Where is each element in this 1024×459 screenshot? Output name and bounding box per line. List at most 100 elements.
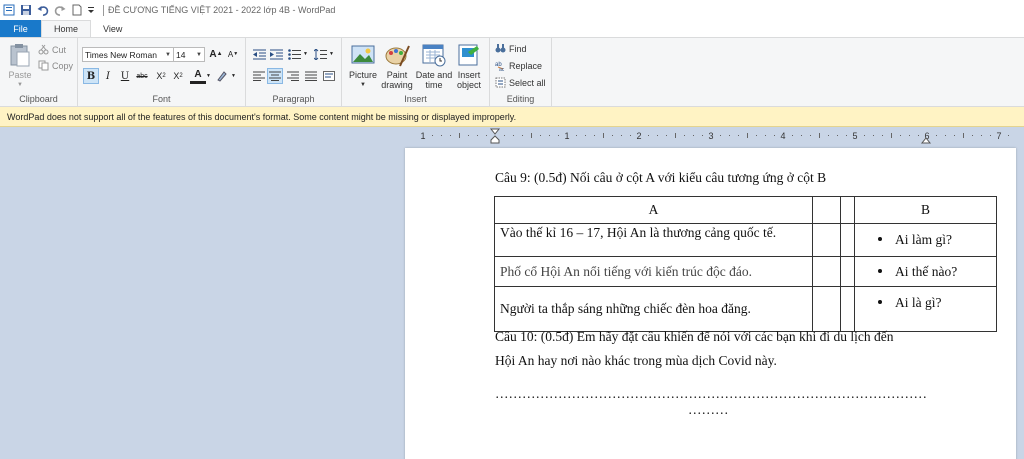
replace-icon: ab ac [495,60,506,71]
bullet-icon [878,300,882,305]
editing-group: Find ab ac Replace Select all Editing [490,38,552,106]
ruler-tick [792,135,793,136]
ruler-tick [612,135,613,136]
ruler-tick [486,135,487,136]
wordpad-app-icon[interactable] [2,4,15,17]
replace-button[interactable]: ab ac Replace [495,60,542,72]
editing-group-label: Editing [506,94,535,104]
ruler-tick [720,135,721,136]
table-row: Vào thế kỉ 16 – 17, Hội An là thương cản… [494,223,997,257]
date-time-button[interactable]: Date and time [415,42,453,90]
cut-button[interactable]: Cut [38,44,66,55]
svg-text:ac: ac [499,67,505,71]
paint-drawing-button[interactable]: Paint drawing [380,42,414,90]
ruler-tick [774,135,775,136]
shrink-font-icon[interactable]: A ▼ [225,46,241,62]
justify-icon[interactable] [303,68,319,84]
underline-button[interactable]: U [117,68,133,84]
subscript-button[interactable]: X2 [153,68,169,84]
superscript-button[interactable]: X2 [170,68,186,84]
ruler-tick [990,135,991,136]
left-indent-marker[interactable] [490,135,500,144]
text-color-icon[interactable]: A [190,68,206,84]
clipboard-group: Paste ▼ Cut Copy Clipboard [0,38,78,106]
bold-button[interactable]: B [83,68,99,84]
chevron-down-icon[interactable]: ▼ [206,73,211,79]
font-group: Times New Roman ▼ 14 ▼ A ▲ A ▼ B I U abc X… [78,38,246,106]
ruler-tick [504,135,505,136]
paste-dropdown-icon[interactable]: ▼ [17,80,23,90]
column-b-header: B [854,196,997,224]
save-icon[interactable] [19,4,32,17]
font-family-select[interactable]: Times New Roman ▼ [82,47,174,62]
strikethrough-button[interactable]: abc [134,68,150,84]
ruler-tick [909,135,910,136]
font-size-select[interactable]: 14 ▼ [173,47,205,62]
paragraph-settings-icon[interactable] [321,68,337,84]
bullet-list-icon[interactable] [286,46,302,62]
ruler-tick [756,135,757,136]
title-bar: ĐỀ CƯƠNG TIẾNG VIỆT 2021 - 2022 lớp 4B -… [0,0,1024,20]
document-page[interactable]: Câu 9: (0.5đ) Nối câu ở cột A với kiểu c… [405,148,1016,459]
increase-indent-icon[interactable] [268,46,284,62]
ruler-tick [477,135,478,136]
line-spacing-icon[interactable] [312,46,328,62]
ruler-tick [630,135,631,136]
horizontal-ruler[interactable]: 1 1 2 3 4 5 6 7 [405,128,1021,144]
column-a-cell: Vào thế kỉ 16 – 17, Hội An là thương cản… [494,223,813,257]
align-center-icon[interactable] [267,68,283,84]
align-right-icon[interactable] [285,68,301,84]
copy-button[interactable]: Copy [38,60,73,71]
object-label-1: Insert [457,70,481,80]
chevron-down-icon[interactable]: ▼ [303,51,308,57]
ruler-number: 3 [708,131,713,141]
italic-button[interactable]: I [100,68,116,84]
chevron-down-icon[interactable]: ▼ [231,73,236,79]
ruler-tick [549,135,550,136]
select-all-icon [495,77,506,88]
find-button[interactable]: Find [495,43,527,54]
new-document-icon[interactable] [70,4,83,17]
column-b-cell: Ai làm gì? [854,223,997,257]
ruler-tick [576,135,577,136]
tab-view[interactable]: View [91,20,134,37]
customize-toolbar-icon[interactable] [87,4,95,17]
highlight-pen-icon[interactable] [214,68,230,84]
copy-label: Copy [52,60,74,71]
title-separator [103,4,104,16]
column-a-cell: Người ta thắp sáng những chiếc đèn hoa đ… [494,286,813,332]
tab-home[interactable]: Home [41,20,92,37]
select-all-button[interactable]: Select all [495,77,546,88]
ruler-number: 4 [780,131,785,141]
align-left-icon[interactable] [251,68,267,84]
chevron-down-icon: ▼ [360,82,366,88]
redo-icon[interactable] [53,4,66,17]
ruler-tick [972,135,973,136]
picture-icon [351,45,375,64]
chevron-down-icon[interactable]: ▼ [329,51,334,57]
ruler-tick [828,135,829,136]
column-b-text: Ai làm gì? [895,232,952,247]
grow-font-icon[interactable]: A ▲ [208,46,224,62]
paint-palette-icon [385,45,410,67]
paste-button[interactable]: Paste ▼ [6,42,34,90]
ribbon-tabs: File Home View [0,20,1024,37]
ruler-tick [513,135,514,136]
ruler-tick [882,135,883,136]
undo-icon[interactable] [36,4,49,17]
decrease-indent-icon[interactable] [251,46,267,62]
ruler-tick [819,133,820,138]
answer-dotted-line-1: …………………………………………………………………………………… [495,386,927,401]
select-all-label: Select all [509,77,546,88]
picture-button[interactable]: Picture ▼ [347,42,379,90]
ruler-tick [621,135,622,136]
ruler-tick [450,135,451,136]
clipboard-group-label: Clipboard [19,94,58,104]
first-line-indent-marker[interactable] [489,128,501,135]
ruler-tick [657,135,658,136]
tab-file[interactable]: File [0,20,41,37]
ruler-tick [900,135,901,136]
insert-object-button[interactable]: Insert object [454,42,484,90]
ruler-ticks [432,133,1009,138]
ruler-tick [873,135,874,136]
